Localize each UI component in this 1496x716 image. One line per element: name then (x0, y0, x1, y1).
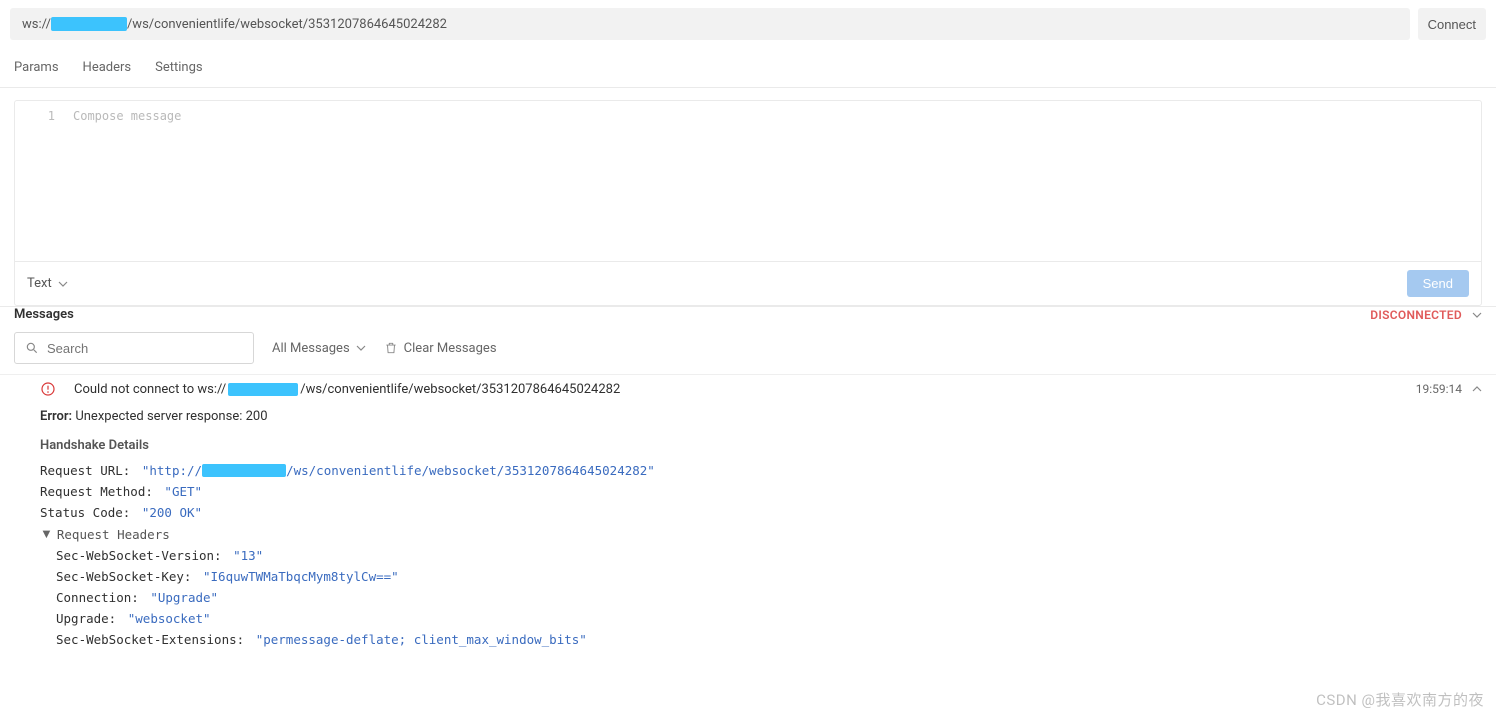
log-suffix: /ws/convenientlife/websocket/35312078646… (300, 382, 620, 397)
error-message: Unexpected server response: 200 (72, 409, 267, 424)
header-value: "13" (233, 548, 263, 563)
handshake-title: Handshake Details (40, 438, 1456, 453)
search-input[interactable] (47, 341, 243, 356)
compose-footer: Text Send (15, 261, 1481, 305)
send-button[interactable]: Send (1407, 270, 1469, 297)
tab-params[interactable]: Params (14, 56, 59, 79)
header-key: Sec-WebSocket-Extensions: (56, 632, 244, 647)
log-row[interactable]: Could not connect to ws:// /ws/convenien… (0, 374, 1496, 405)
message-type-dropdown[interactable]: Text (27, 276, 68, 291)
compose-panel: 1 Compose message Text Send (14, 100, 1482, 306)
header-row: Upgrade: "websocket" (56, 611, 1456, 626)
url-input[interactable]: ws:// /ws/convenientlife/websocket/35312… (10, 8, 1410, 40)
compose-editor[interactable]: 1 Compose message (15, 101, 1481, 261)
error-label: Error: (40, 409, 72, 424)
log-message: Could not connect to ws:// /ws/convenien… (74, 382, 620, 397)
chevron-up-icon[interactable] (1472, 384, 1482, 394)
message-type-label: Text (27, 276, 52, 291)
header-row: Sec-WebSocket-Key: "I6quwTWMaTbqcMym8tyl… (56, 569, 1456, 584)
compose-placeholder: Compose message (73, 109, 181, 123)
header-key: Upgrade: (56, 611, 116, 626)
watermark: CSDN @我喜欢南方的夜 (1316, 689, 1484, 710)
redacted-host (51, 17, 127, 31)
log-prefix: Could not connect to ws:// (74, 382, 226, 397)
header-row: Sec-WebSocket-Version: "13" (56, 548, 1456, 563)
line-number: 1 (48, 109, 55, 123)
request-tabs: Params Headers Settings (0, 48, 1496, 88)
url-prefix: ws:// (22, 17, 51, 32)
request-headers-block: Sec-WebSocket-Version: "13" Sec-WebSocke… (40, 548, 1456, 647)
trash-icon (384, 341, 398, 355)
connection-status-badge: DISCONNECTED (1370, 308, 1462, 322)
request-method-row: Request Method: "GET" (40, 484, 1456, 499)
connect-button[interactable]: Connect (1418, 8, 1486, 40)
header-value: "permessage-deflate; client_max_window_b… (256, 632, 587, 647)
search-input-wrapper[interactable] (14, 332, 254, 364)
request-headers-label: Request Headers (57, 527, 170, 542)
tab-settings[interactable]: Settings (155, 56, 202, 79)
status-code-value: "200 OK" (142, 505, 202, 520)
messages-toolbar: All Messages Clear Messages (0, 328, 1496, 374)
header-value: "websocket" (128, 611, 211, 626)
redacted-host (228, 383, 298, 396)
clear-label: Clear Messages (404, 341, 497, 356)
request-url-prefix: "http:// (142, 463, 202, 478)
messages-title: Messages (14, 307, 74, 322)
header-value: "I6quwTWMaTbqcMym8tylCw==" (203, 569, 399, 584)
header-key: Sec-WebSocket-Key: (56, 569, 191, 584)
request-url-suffix: /ws/convenientlife/websocket/35312078646… (286, 463, 655, 478)
header-row: Sec-WebSocket-Extensions: "permessage-de… (56, 632, 1456, 647)
filter-label: All Messages (272, 341, 350, 356)
header-key: Connection: (56, 590, 139, 605)
code-area[interactable]: Compose message (65, 101, 1481, 261)
request-headers-toggle[interactable]: ▼ Request Headers (40, 526, 1456, 542)
error-icon (40, 381, 56, 397)
request-method-value: "GET" (164, 484, 202, 499)
header-key: Sec-WebSocket-Version: (56, 548, 222, 563)
line-gutter: 1 (15, 101, 65, 261)
chevron-down-icon (356, 343, 366, 353)
chevron-down-icon[interactable] (1472, 310, 1482, 320)
clear-messages-button[interactable]: Clear Messages (384, 341, 497, 356)
status-code-label: Status Code: (40, 505, 130, 520)
error-line: Error: Unexpected server response: 200 (40, 409, 1456, 424)
log-details: Error: Unexpected server response: 200 H… (0, 405, 1496, 647)
messages-filter-dropdown[interactable]: All Messages (272, 341, 366, 356)
header-value: "Upgrade" (150, 590, 218, 605)
tab-headers[interactable]: Headers (83, 56, 132, 79)
log-timestamp: 19:59:14 (1416, 382, 1462, 396)
request-url-label: Request URL: (40, 463, 130, 478)
request-url-row: Request URL: "http:// /ws/convenientlife… (40, 463, 1456, 478)
status-code-row: Status Code: "200 OK" (40, 505, 1456, 520)
redacted-host (202, 464, 286, 477)
caret-down-icon: ▼ (40, 526, 53, 542)
request-method-label: Request Method: (40, 484, 153, 499)
top-bar: ws:// /ws/convenientlife/websocket/35312… (0, 0, 1496, 48)
header-row: Connection: "Upgrade" (56, 590, 1456, 605)
url-suffix: /ws/convenientlife/websocket/35312078646… (127, 17, 447, 32)
chevron-down-icon (58, 279, 68, 289)
search-icon (25, 341, 39, 355)
messages-header: Messages DISCONNECTED (0, 306, 1496, 328)
